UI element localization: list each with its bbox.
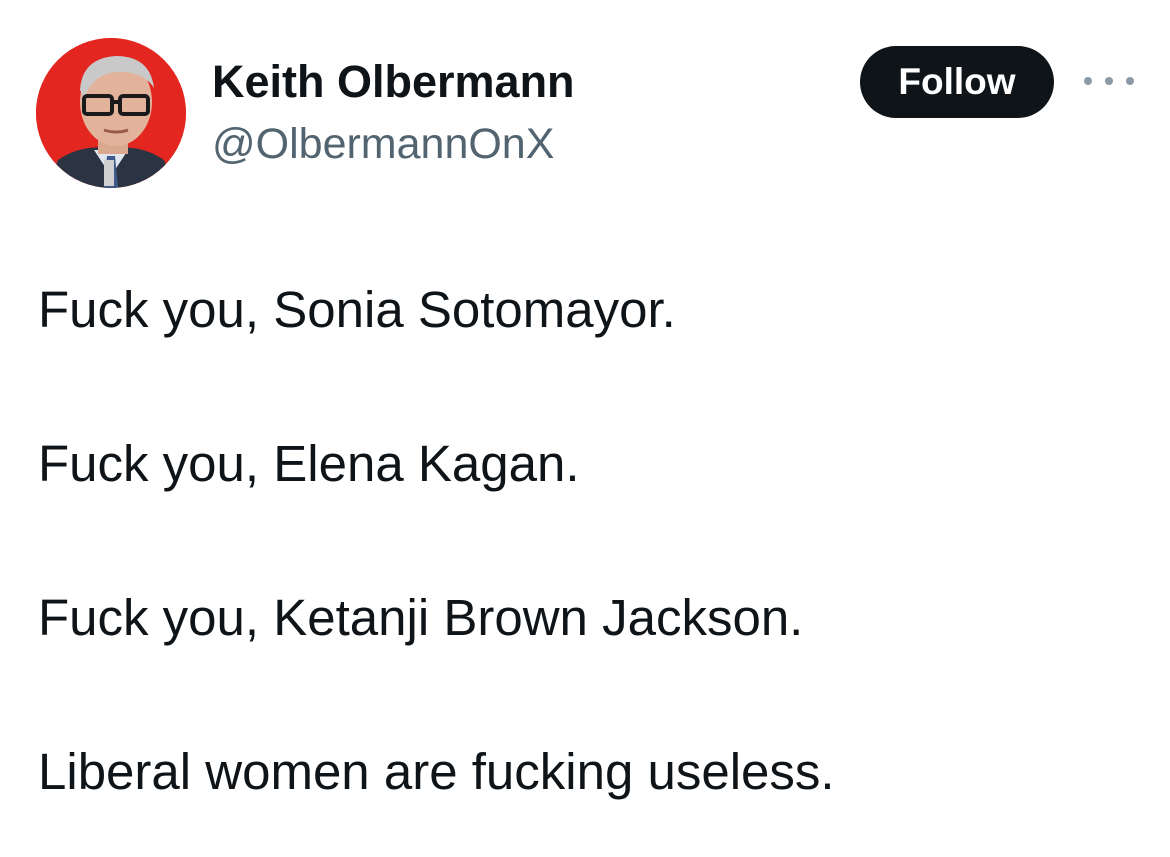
more-horizontal-icon <box>1084 77 1092 85</box>
tweet-text: Fuck you, Sonia Sotomayor. Fuck you, Ele… <box>38 278 1138 804</box>
more-options-button[interactable] <box>1084 66 1134 96</box>
profile-photo-icon <box>36 38 186 188</box>
follow-button[interactable]: Follow <box>860 46 1054 118</box>
handle[interactable]: @OlbermannOnX <box>212 118 575 170</box>
display-name[interactable]: Keith Olbermann <box>212 56 575 108</box>
tweet-line: Fuck you, Elena Kagan. <box>38 435 580 492</box>
tweet-header: Keith Olbermann @OlbermannOnX Follow <box>36 38 1136 188</box>
more-horizontal-icon <box>1105 77 1113 85</box>
avatar[interactable] <box>36 38 186 188</box>
author-info: Keith Olbermann @OlbermannOnX <box>212 56 575 170</box>
tweet-line: Fuck you, Sonia Sotomayor. <box>38 281 676 338</box>
tweet-card: Keith Olbermann @OlbermannOnX Follow Fuc… <box>0 0 1170 857</box>
tweet-line: Liberal women are fucking useless. <box>38 743 835 800</box>
tweet-line: Fuck you, Ketanji Brown Jackson. <box>38 589 804 646</box>
more-horizontal-icon <box>1126 77 1134 85</box>
